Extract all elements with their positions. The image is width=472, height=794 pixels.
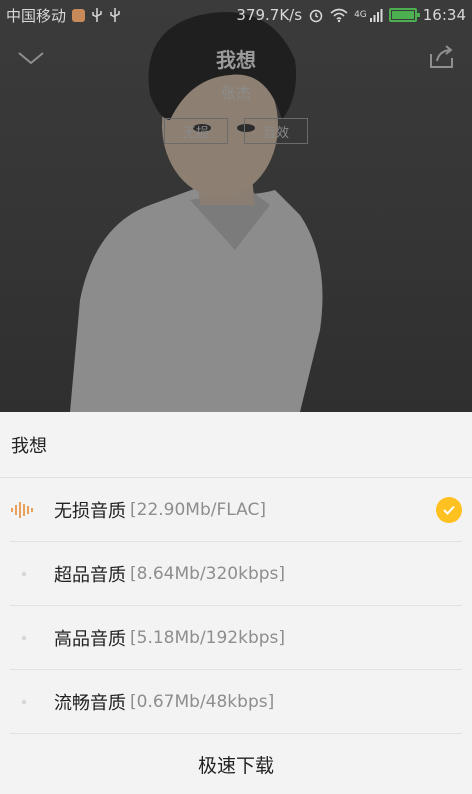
wifi-icon <box>330 8 348 23</box>
check-icon <box>436 497 462 523</box>
quality-option-smooth[interactable]: 流畅音质 [0.67Mb/48kbps] <box>10 670 462 734</box>
bullet-icon <box>22 699 26 704</box>
quality-option-lossless[interactable]: 无损音质 [22.90Mb/FLAC] <box>10 478 462 542</box>
signal-icon <box>369 9 383 22</box>
sound-effect-chip[interactable]: 音效 <box>244 118 308 144</box>
option-info: [22.90Mb/FLAC] <box>130 499 266 520</box>
quality-chips: 无损 音效 <box>0 118 472 144</box>
player-header: 我想 张杰 无损 音效 <box>0 30 472 150</box>
sheet-title: 我想 <box>0 412 472 478</box>
lossless-chip[interactable]: 无损 <box>164 118 228 144</box>
network-speed: 379.7K/s <box>236 6 303 24</box>
option-label: 无损音质 <box>54 500 126 522</box>
download-quality-sheet: 我想 无损音质 [22.90Mb/FLAC] 超品音质 [8.64Mb/320k… <box>0 412 472 794</box>
fast-download-button[interactable]: 极速下载 <box>0 734 472 794</box>
carrier-label: 中国移动 <box>6 6 67 25</box>
notification-badge-icon <box>72 8 86 22</box>
alarm-icon <box>309 9 323 23</box>
share-icon[interactable] <box>428 44 456 70</box>
artist-name[interactable]: 张杰 <box>0 82 472 103</box>
sound-wave-icon <box>11 501 33 518</box>
quality-option-super[interactable]: 超品音质 [8.64Mb/320kbps] <box>10 542 462 606</box>
option-info: [8.64Mb/320kbps] <box>130 563 286 584</box>
option-info: [0.67Mb/48kbps] <box>130 691 275 712</box>
quality-option-high[interactable]: 高品音质 [5.18Mb/192kbps] <box>10 606 462 670</box>
status-bar: 中国移动 379.7K/s 4G 16:34 <box>0 0 472 30</box>
option-label: 流畅音质 <box>54 692 126 714</box>
clock: 16:34 <box>422 6 466 24</box>
song-title: 我想 <box>216 48 256 72</box>
usb-icon <box>92 8 102 22</box>
bullet-icon <box>22 635 26 640</box>
battery-icon <box>388 8 420 22</box>
usb-icon <box>110 8 120 22</box>
network-type: 4G <box>354 10 367 20</box>
option-label: 高品音质 <box>54 628 126 650</box>
bullet-icon <box>22 571 26 576</box>
option-label: 超品音质 <box>54 564 126 586</box>
option-info: [5.18Mb/192kbps] <box>130 627 286 648</box>
